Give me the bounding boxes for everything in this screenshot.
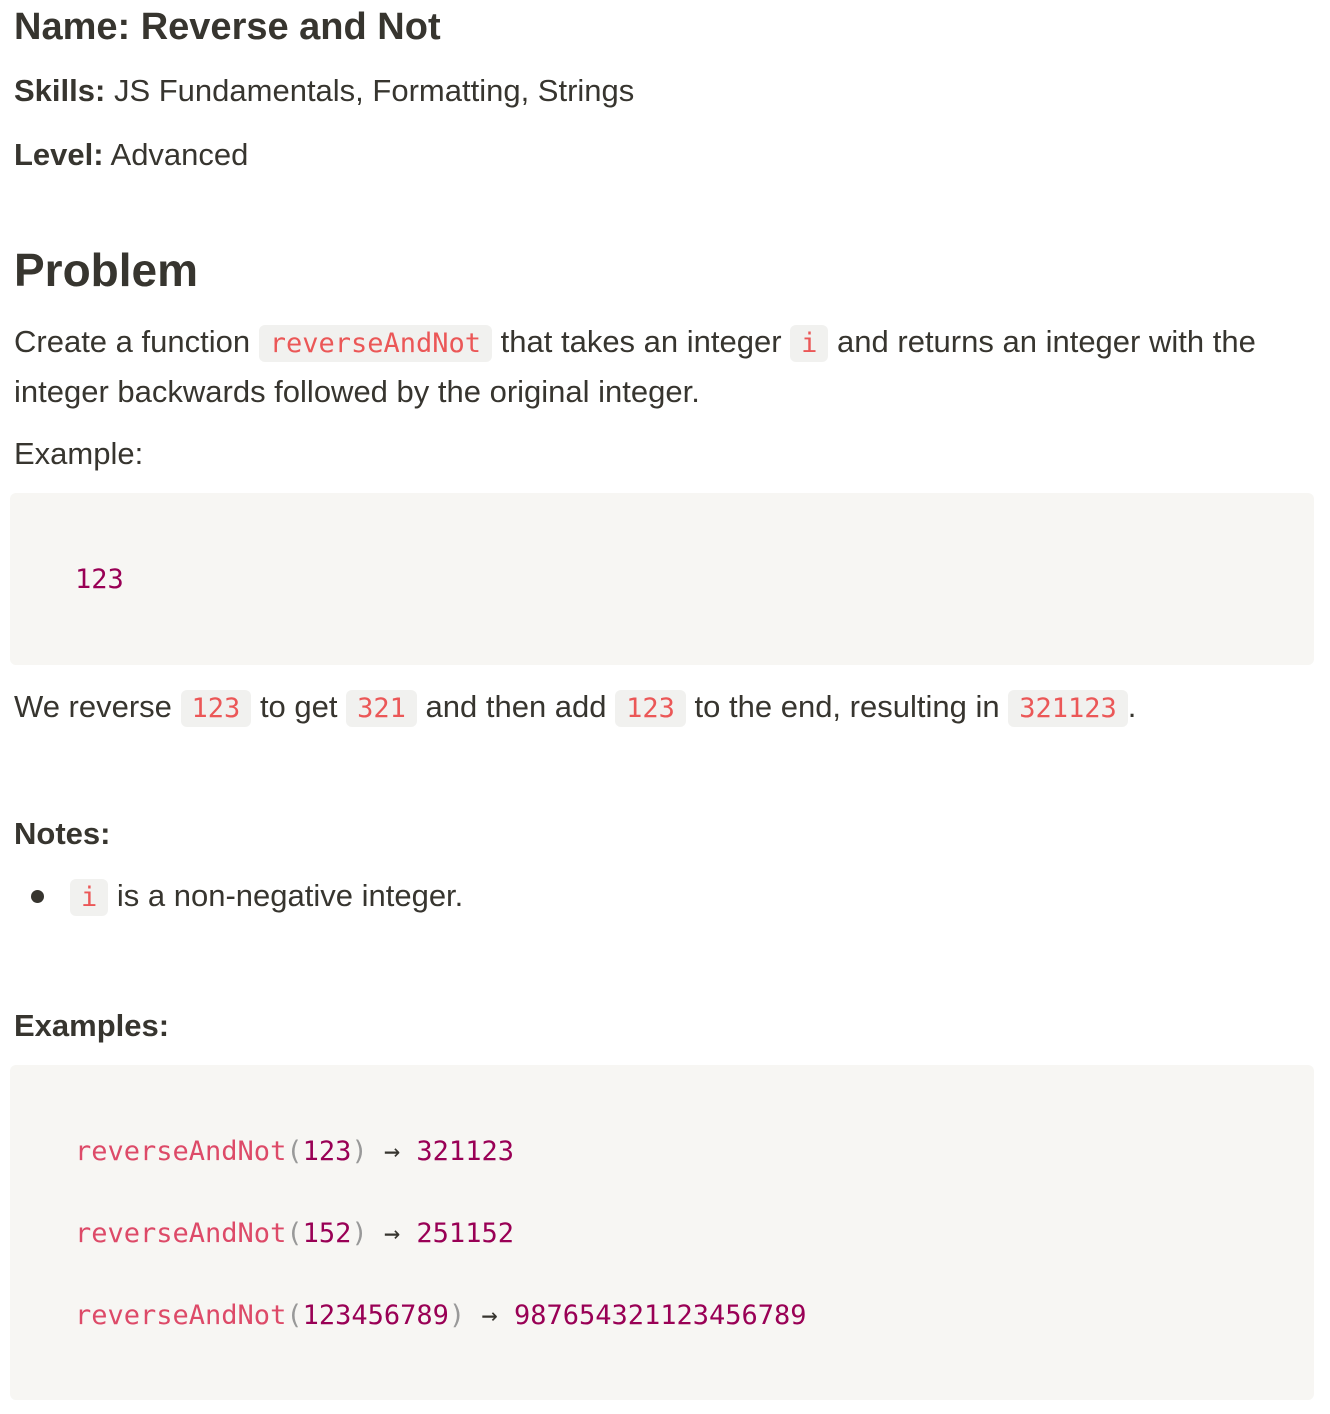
explanation-text: We reverse 123 to get 321 and then add 1… [14, 683, 1314, 733]
example-code-block: 123 [10, 493, 1314, 665]
level-label: Level: [14, 137, 104, 172]
bullet-icon [31, 890, 44, 903]
arrow-icon: → [465, 1300, 514, 1331]
note-code: i [70, 879, 109, 916]
open-paren: ( [286, 1300, 303, 1331]
explain-code-1: 123 [180, 690, 252, 727]
param-code: i [790, 325, 829, 362]
explain-code-2: 321 [346, 690, 417, 727]
skills-value: JS Fundamentals, Formatting, Strings [113, 73, 635, 108]
examples-heading: Examples: [14, 1008, 170, 1043]
arg-value: 123 [302, 1136, 352, 1167]
result-value: 251152 [416, 1218, 514, 1249]
open-paren: ( [286, 1136, 303, 1167]
notes-list: i is a non-negative integer. [14, 872, 463, 922]
result-value: 987654321123456789 [513, 1300, 807, 1331]
result-value: 321123 [416, 1136, 514, 1167]
explain-text-1: We reverse [14, 689, 181, 724]
close-paren: ) [351, 1218, 368, 1249]
desc-text-1: Create a function [14, 324, 259, 359]
explain-code-4: 321123 [1008, 690, 1128, 727]
notes-heading: Notes: [14, 816, 111, 851]
arrow-icon: → [367, 1218, 417, 1249]
explain-code-3: 123 [615, 690, 686, 727]
fn-name: reverseAndNot [75, 1300, 287, 1331]
fn-name: reverseAndNot [75, 1218, 287, 1249]
function-name-code: reverseAndNot [258, 325, 493, 362]
level-value: Advanced [110, 137, 249, 172]
desc-text-2: that takes an integer [492, 324, 791, 359]
skills-line: Skills: JS Fundamentals, Formatting, Str… [14, 71, 634, 111]
example-line-1: reverseAndNot(123) → 321123 [75, 1134, 514, 1170]
example-code-line: 123 [75, 564, 124, 595]
open-paren: ( [286, 1218, 303, 1249]
arrow-icon: → [367, 1136, 417, 1167]
close-paren: ) [448, 1300, 466, 1331]
list-item: i is a non-negative integer. [14, 872, 463, 922]
problem-heading: Problem [14, 244, 199, 296]
name-value: Reverse and Not [140, 6, 441, 48]
example-line-2: reverseAndNot(152) → 251152 [75, 1216, 514, 1252]
problem-description: Create a function reverseAndNot that tak… [14, 318, 1314, 416]
name-label: Name: [14, 6, 131, 48]
examples-code-block: reverseAndNot(123) → 321123 reverseAndNo… [10, 1065, 1314, 1400]
page-title: Name: Reverse and Not [14, 4, 441, 50]
explain-text-3: and then add [416, 689, 616, 724]
explain-text-5: . [1127, 689, 1137, 724]
skills-label: Skills: [14, 73, 106, 108]
explain-text-4: to the end, resulting in [685, 689, 1009, 724]
explain-text-2: to get [251, 689, 347, 724]
example-line-3: reverseAndNot(123456789) → 9876543211234… [75, 1298, 807, 1334]
fn-name: reverseAndNot [75, 1136, 287, 1167]
arg-value: 152 [302, 1218, 352, 1249]
arg-value: 123456789 [302, 1300, 449, 1331]
document-page: Name: Reverse and Not Skills: JS Fundame… [0, 0, 1330, 1414]
note-text: is a non-negative integer. [108, 878, 464, 913]
level-line: Level: Advanced [14, 135, 248, 175]
example-label: Example: [14, 436, 144, 471]
close-paren: ) [351, 1136, 368, 1167]
